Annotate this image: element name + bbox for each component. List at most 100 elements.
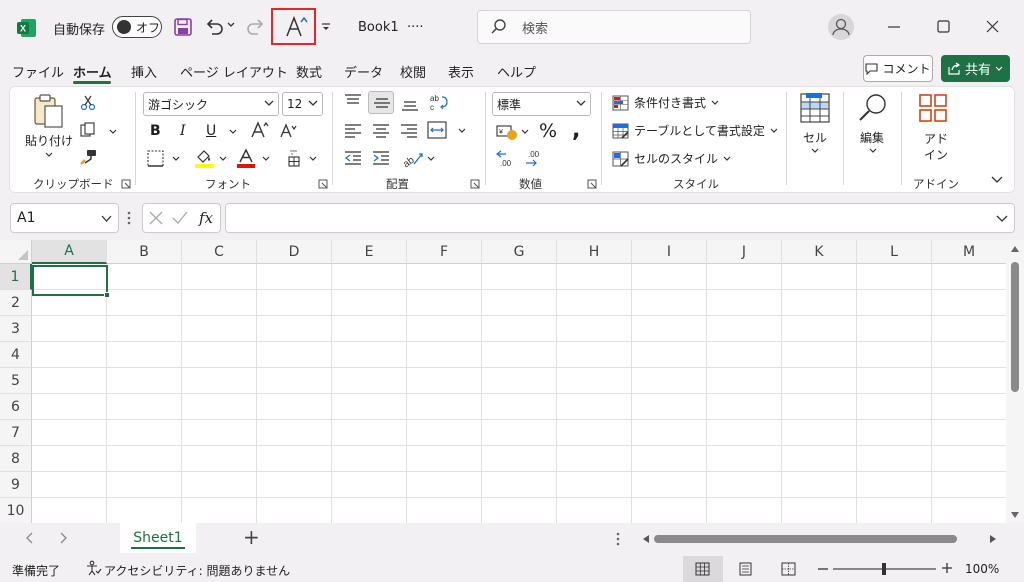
orientation-dropdown-icon[interactable] (427, 155, 435, 163)
cancel-icon[interactable] (149, 211, 163, 225)
tab-formulas[interactable]: 数式 (296, 62, 322, 81)
horizontal-scrollbar[interactable] (637, 530, 1006, 548)
page-break-view-icon[interactable] (781, 562, 796, 576)
normal-view-button[interactable] (683, 556, 723, 582)
merge-center-icon[interactable] (427, 121, 447, 139)
row-header[interactable]: 2 (0, 290, 32, 316)
autosave-toggle[interactable]: オフ (112, 16, 162, 38)
row-header[interactable]: 5 (0, 368, 32, 394)
font-size-select[interactable]: 12 (282, 92, 323, 116)
font-color-dropdown-icon[interactable] (262, 155, 270, 163)
tab-view[interactable]: 表示 (448, 62, 474, 81)
tab-home[interactable]: ホーム (73, 62, 112, 81)
column-header[interactable]: K (782, 240, 857, 264)
tab-data[interactable]: データ (344, 62, 383, 81)
paste-icon[interactable] (32, 93, 66, 129)
insert-function-icon[interactable]: fx (199, 209, 213, 227)
page-layout-view-icon[interactable] (738, 562, 753, 576)
align-middle-button[interactable] (368, 91, 394, 114)
accounting-format-icon[interactable]: ¥ (496, 123, 518, 141)
cells-label[interactable]: セル (803, 129, 827, 146)
sheet-options-icon[interactable] (616, 532, 620, 546)
select-all-button[interactable] (0, 240, 32, 264)
align-top-icon[interactable] (344, 94, 362, 108)
find-icon[interactable] (858, 93, 888, 123)
format-as-table-button[interactable]: テーブルとして書式設定 (612, 122, 778, 139)
align-left-icon[interactable] (344, 124, 362, 138)
column-header[interactable]: D (257, 240, 332, 264)
copy-dropdown-icon[interactable] (109, 128, 117, 136)
align-bottom-icon[interactable] (401, 98, 419, 112)
row-header[interactable]: 10 (0, 498, 32, 523)
horizontal-scroll-thumb[interactable] (654, 535, 957, 543)
decrease-font-icon[interactable] (279, 122, 297, 140)
close-icon[interactable] (986, 20, 999, 33)
column-header[interactable]: F (407, 240, 482, 264)
undo-dropdown-icon[interactable] (227, 21, 235, 29)
column-header[interactable]: M (932, 240, 1006, 264)
collapse-ribbon-icon[interactable] (991, 174, 1003, 184)
minimize-icon[interactable] (888, 21, 900, 33)
clipboard-launcher-icon[interactable] (121, 179, 131, 189)
editing-dropdown-icon[interactable] (869, 147, 877, 155)
row-header[interactable]: 7 (0, 420, 32, 446)
decrease-indent-icon[interactable] (344, 151, 362, 165)
expand-formula-icon[interactable] (996, 214, 1008, 223)
copy-icon[interactable] (80, 122, 96, 138)
font-name-select[interactable]: 游ゴシック (143, 92, 279, 116)
editing-label[interactable]: 編集 (860, 129, 884, 146)
scroll-down-icon[interactable] (1011, 512, 1019, 518)
addins-icon[interactable] (918, 93, 948, 123)
column-header[interactable]: C (182, 240, 257, 264)
zoom-out-icon[interactable] (818, 568, 828, 570)
save-icon[interactable] (173, 17, 193, 37)
row-header[interactable]: 9 (0, 472, 32, 498)
column-header[interactable]: G (482, 240, 557, 264)
vertical-scrollbar[interactable] (1006, 240, 1024, 523)
decrease-decimal-icon[interactable]: .00 (524, 150, 546, 168)
paste-dropdown-icon[interactable] (45, 151, 53, 159)
percent-style-icon[interactable]: % (539, 120, 557, 142)
addins-label-line1[interactable]: アド (924, 130, 948, 147)
comma-style-icon[interactable]: , (572, 118, 580, 143)
customize-toolbar-icon[interactable] (321, 22, 331, 32)
underline-dropdown-icon[interactable] (229, 128, 237, 136)
font-launcher-icon[interactable] (318, 179, 328, 189)
format-painter-icon[interactable] (80, 149, 98, 165)
cells-icon[interactable] (800, 93, 830, 123)
fill-handle[interactable] (104, 292, 110, 298)
merge-dropdown-icon[interactable] (458, 127, 466, 135)
phonetic-guide-icon[interactable] (286, 149, 302, 167)
tab-file[interactable]: ファイル (12, 62, 64, 81)
cells-dropdown-icon[interactable] (811, 147, 819, 155)
book-name[interactable]: Book1 (358, 20, 399, 35)
formula-input[interactable] (225, 203, 1015, 233)
wrap-text-icon[interactable]: ab c (429, 93, 449, 113)
fill-color-icon[interactable] (194, 148, 214, 168)
account-avatar-icon[interactable] (828, 14, 854, 40)
column-header[interactable]: H (557, 240, 632, 264)
accessibility-status[interactable]: アクセシビリティ: 問題ありません (104, 562, 290, 579)
more-options-icon[interactable] (127, 211, 131, 225)
fill-color-dropdown-icon[interactable] (219, 155, 227, 163)
orientation-icon[interactable]: ab (402, 148, 424, 168)
addins-label-line2[interactable]: イン (924, 146, 948, 163)
undo-icon[interactable] (203, 16, 225, 38)
increase-font-icon[interactable] (250, 120, 270, 140)
column-header[interactable]: A (32, 240, 107, 264)
number-launcher-icon[interactable] (587, 179, 597, 189)
increase-decimal-icon[interactable]: .00 (496, 150, 518, 168)
zoom-in-icon[interactable] (942, 563, 952, 573)
name-box[interactable]: A1 (10, 203, 119, 233)
increase-indent-icon[interactable] (372, 151, 390, 165)
underline-icon[interactable]: U (206, 123, 216, 139)
redo-icon[interactable] (245, 16, 267, 38)
row-header[interactable]: 3 (0, 316, 32, 342)
worksheet-grid[interactable]: ABCDEFGHIJKLM 1 2 3 4 5 6 7 8 9 10 (0, 240, 1006, 523)
maximize-icon[interactable] (937, 20, 950, 33)
phonetic-dropdown-icon[interactable] (309, 155, 317, 163)
vertical-scroll-thumb[interactable] (1011, 262, 1019, 392)
row-header[interactable]: 1 (0, 264, 32, 290)
accounting-dropdown-icon[interactable] (521, 128, 529, 136)
number-format-select[interactable]: 標準 (492, 92, 591, 116)
